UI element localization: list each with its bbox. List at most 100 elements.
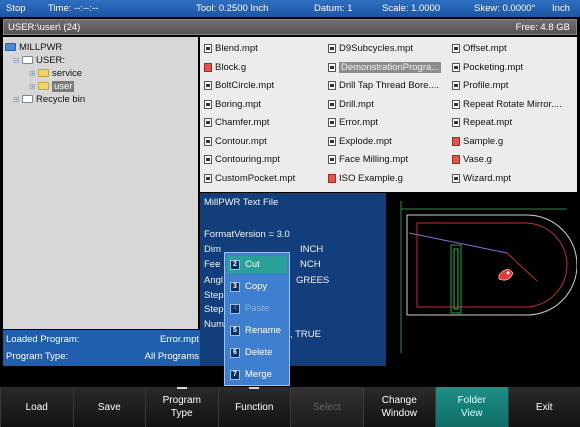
file-name: Error.mpt [339, 117, 379, 128]
tree-item-label: MILLPWR [19, 41, 63, 53]
file-name: Sample.g [463, 135, 504, 147]
file-item[interactable]: DemonstrationProgra... [328, 61, 442, 74]
expand-icon[interactable]: ⊞ [13, 95, 22, 104]
softkey-exit[interactable]: Exit [507, 387, 580, 427]
softkey-select[interactable]: Select [290, 387, 363, 427]
expand-icon[interactable]: ⊞ [29, 69, 38, 78]
preview-line: Angl [204, 275, 224, 286]
preview-line: INCH [300, 244, 324, 255]
file-name: Block.g [215, 61, 247, 73]
menu-shortcut-badge: 6 [230, 347, 240, 358]
file-item[interactable]: Contour.mpt [204, 135, 267, 148]
softkey-load[interactable]: Load [0, 387, 73, 427]
tool-readout: Tool: 0.2500 Inch [196, 3, 269, 14]
file-item[interactable]: Repeat Rotate Mirror.... [452, 98, 562, 111]
gcode-file-icon [204, 62, 212, 72]
file-item[interactable]: Block.g [204, 61, 246, 74]
file-item[interactable]: Error.mpt [328, 116, 378, 129]
program-file-icon [328, 62, 336, 72]
file-item[interactable]: BoltCircle.mpt [204, 79, 274, 92]
program-file-icon [204, 118, 212, 127]
menu-item-label: Merge [245, 369, 272, 380]
file-item[interactable]: Repeat.mpt [452, 116, 512, 129]
status-bar: Stop Time: --:--:-- Tool: 0.2500 Inch Da… [0, 0, 580, 17]
softkey-change[interactable]: Change Window [362, 387, 435, 427]
tree-item-user-drive[interactable]: ⊟ USER: [13, 54, 65, 66]
folder-icon [38, 82, 49, 90]
file-item[interactable]: Face Milling.mpt [328, 153, 408, 166]
file-name: Vase.g [463, 154, 492, 165]
menu-item-rename[interactable]: 5 Rename [227, 322, 287, 339]
folder-icon [38, 69, 49, 77]
tree-item-service[interactable]: ⊞ service [29, 67, 82, 79]
file-item[interactable]: Vase.g [452, 153, 492, 166]
tree-item-millpwr[interactable]: MILLPWR [5, 41, 62, 53]
file-name: Contour.mpt [215, 135, 267, 147]
file-name: Chamfer.mpt [215, 117, 270, 128]
softkey-label-line2: Type [170, 408, 193, 419]
file-item[interactable]: Contouring.mpt [204, 153, 280, 166]
softkey-folder[interactable]: Folder View [435, 387, 508, 427]
preview-line: GREES [296, 275, 330, 286]
file-name: D9Subcycles.mpt [339, 43, 413, 54]
file-item[interactable]: Explode.mpt [328, 135, 392, 148]
file-item[interactable]: Offset.mpt [452, 42, 507, 55]
program-file-icon [204, 155, 212, 164]
program-file-icon [328, 44, 336, 53]
folder-tree[interactable]: MILLPWR ⊟ USER: ⊞ service ⊞ user ⊞ Recyc… [3, 37, 198, 329]
file-item[interactable]: Drill.mpt [328, 98, 374, 111]
gcode-file-icon [452, 136, 460, 146]
preview-line: FormatVersion = 3.0 [204, 229, 290, 240]
tree-item-recycle-bin[interactable]: ⊞ Recycle bin [13, 93, 85, 105]
softkey-program[interactable]: Program Type [145, 387, 218, 427]
program-file-icon [328, 155, 336, 164]
file-item[interactable]: ISO Example.g [328, 172, 403, 185]
loaded-program-value: Error.mpt [159, 334, 199, 345]
tree-item-user[interactable]: ⊞ user [29, 80, 75, 92]
softkey-label-line2: Window [381, 408, 418, 419]
menu-item-label: Copy [245, 281, 268, 292]
menu-item-paste[interactable]: 4 Paste [227, 300, 287, 317]
softkey-save[interactable]: Save [72, 387, 145, 427]
file-name: Profile.mpt [463, 80, 509, 91]
datum-readout: Datum: 1 [314, 3, 353, 14]
tree-item-label: USER: [36, 54, 66, 66]
file-item[interactable]: D9Subcycles.mpt [328, 42, 413, 55]
path-bar: USER:\user\ (24) Free: 4.8 GB [3, 19, 577, 35]
file-item[interactable]: Chamfer.mpt [204, 116, 269, 129]
softkey-label-line2: View [461, 408, 483, 419]
expand-icon[interactable]: ⊞ [29, 82, 38, 91]
current-path: USER:\user\ (24) [8, 22, 81, 33]
toolpath-drawing [400, 201, 578, 353]
softkey-function[interactable]: Function [217, 387, 290, 427]
file-name: Repeat.mpt [463, 117, 513, 128]
file-name: Drill.mpt [339, 98, 374, 110]
menu-item-delete[interactable]: 6 Delete [227, 344, 287, 361]
file-item[interactable]: Sample.g [452, 135, 503, 148]
file-item[interactable]: Drill Tap Thread Bore.... [328, 79, 439, 92]
file-item[interactable]: Wizard.mpt [452, 172, 511, 185]
menu-item-copy[interactable]: 3 Copy [227, 278, 287, 295]
program-file-icon [204, 99, 212, 109]
recycle-bin-icon [22, 95, 33, 103]
program-file-icon [328, 81, 336, 90]
file-item[interactable]: Boring.mpt [204, 98, 261, 111]
preview-line: Dim [204, 244, 221, 255]
menu-item-merge[interactable]: 7 Merge [227, 366, 287, 383]
gcode-file-icon [328, 173, 336, 183]
menu-item-cut[interactable]: 2 Cut [227, 256, 287, 273]
file-item[interactable]: Pocketing.mpt [452, 61, 523, 74]
file-item[interactable]: Blend.mpt [204, 42, 258, 55]
file-name: Boring.mpt [215, 98, 261, 110]
collapse-icon[interactable]: ⊟ [13, 56, 22, 65]
softkey-label: Change [381, 395, 417, 406]
file-item[interactable]: CustomPocket.mpt [204, 172, 295, 185]
menu-shortcut-badge: 5 [230, 325, 240, 336]
file-list[interactable]: Blend.mpt Block.g BoltCircle.mpt Boring.mpt… [200, 37, 577, 192]
submenu-indicator-icon [249, 387, 260, 389]
file-name: CustomPocket.mpt [215, 172, 296, 184]
program-file-icon [328, 99, 336, 109]
file-item[interactable]: Profile.mpt [452, 79, 508, 92]
program-file-icon [452, 118, 460, 127]
scale-readout: Scale: 1.0000 [382, 3, 441, 14]
